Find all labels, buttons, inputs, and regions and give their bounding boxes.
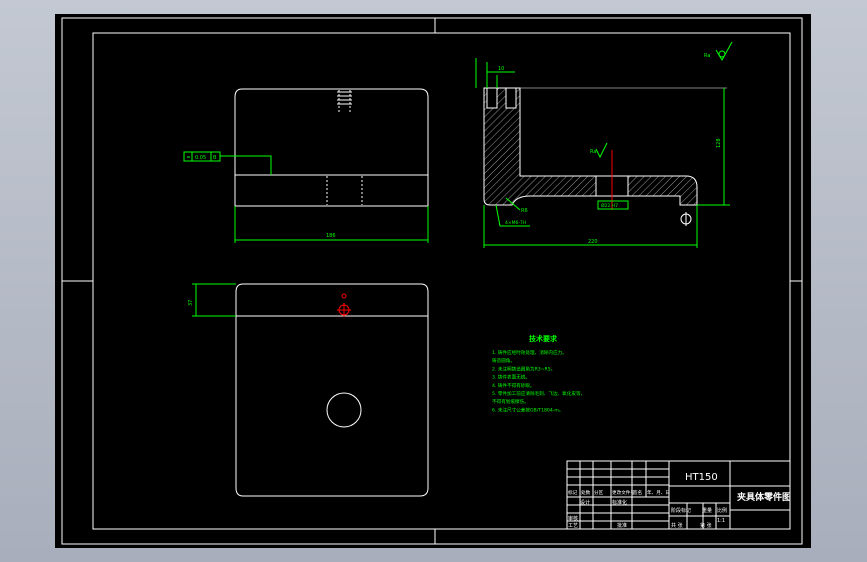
tb-col-header: 标记 (568, 489, 578, 496)
tb-part-name: 夹具体零件图 (737, 491, 791, 503)
hole-tol-value: Ø22 H7 (601, 202, 618, 209)
tb-col-header: 分区 (594, 489, 604, 496)
tech-req-line: 2. 未注明铸造圆角为R3~R5。 (492, 365, 555, 372)
drawing-sheet (55, 14, 811, 548)
tb-col-header: 处数 (581, 489, 591, 496)
tb-col-header: 年、月、日 (647, 489, 670, 496)
side-top-value: 10 (498, 66, 504, 72)
tb-design-label: 设计 (580, 499, 590, 506)
tech-req-line: 不得有划痕擦伤。 (492, 398, 529, 405)
section-tap-right (505, 87, 517, 109)
tb-weight-label: 重量 (702, 507, 712, 514)
section-tap-left (486, 87, 498, 109)
tb-standard-label: 标准化 (612, 499, 627, 506)
cad-viewport[interactable]: 0.05 B 186 37 128 220 10 Ø22 H7 Ra R6 4×… (0, 0, 867, 562)
title-block-headers: 标记 处数 分区 更改文件号签名 年、月、日 (568, 489, 670, 496)
tb-col-header: 签名 (633, 489, 642, 496)
flatness-value: 0.05 (195, 155, 206, 161)
tb-sheet-num: 第 张 (700, 522, 712, 529)
tech-req-line: 3. 铸件表面无锐。 (492, 374, 530, 381)
tb-review-label: 审核 (568, 515, 578, 522)
tech-req-line: 4. 铸件不得有砂眼。 (492, 382, 535, 389)
flatness-datum: B (213, 155, 217, 161)
tb-material: HT150 (685, 472, 718, 483)
tb-scale-value: 1:1 (717, 518, 725, 524)
radius-value: R6 (521, 208, 528, 214)
plan-offset-value: 37 (188, 300, 194, 306)
tb-scale-label: 比例 (717, 507, 727, 514)
cad-drawing-canvas[interactable]: 0.05 B 186 37 128 220 10 Ø22 H7 Ra R6 4×… (0, 0, 867, 562)
tb-process-label: 工艺 (568, 523, 578, 529)
tech-req-line: 1. 铸件应经时效处理，消除内应力。 (492, 349, 567, 356)
side-width-value: 220 (588, 239, 598, 245)
side-height-value: 128 (716, 138, 722, 148)
side-note-value: 4×M6-7H (505, 220, 526, 226)
roughness-mark-side: Ra (590, 149, 596, 155)
tech-req-line: 5. 零件加工前应清除毛刺、飞边、氧化皮等， (492, 390, 585, 397)
roughness-general-label: Ra (704, 53, 710, 59)
tech-req-line: 铸造圆角。 (492, 357, 515, 364)
front-width-value: 186 (326, 233, 336, 239)
tb-approve-label: 批准 (617, 522, 627, 529)
tech-req-line: 6. 未注尺寸公差按GB/T1804-m。 (492, 406, 563, 413)
tb-col-header: 更改文件号 (612, 489, 635, 496)
tech-req-title: 技术要求 (529, 334, 558, 343)
tb-stage-label: 阶段标记 (671, 507, 691, 514)
tb-sheet-total: 共 张 (671, 522, 683, 529)
